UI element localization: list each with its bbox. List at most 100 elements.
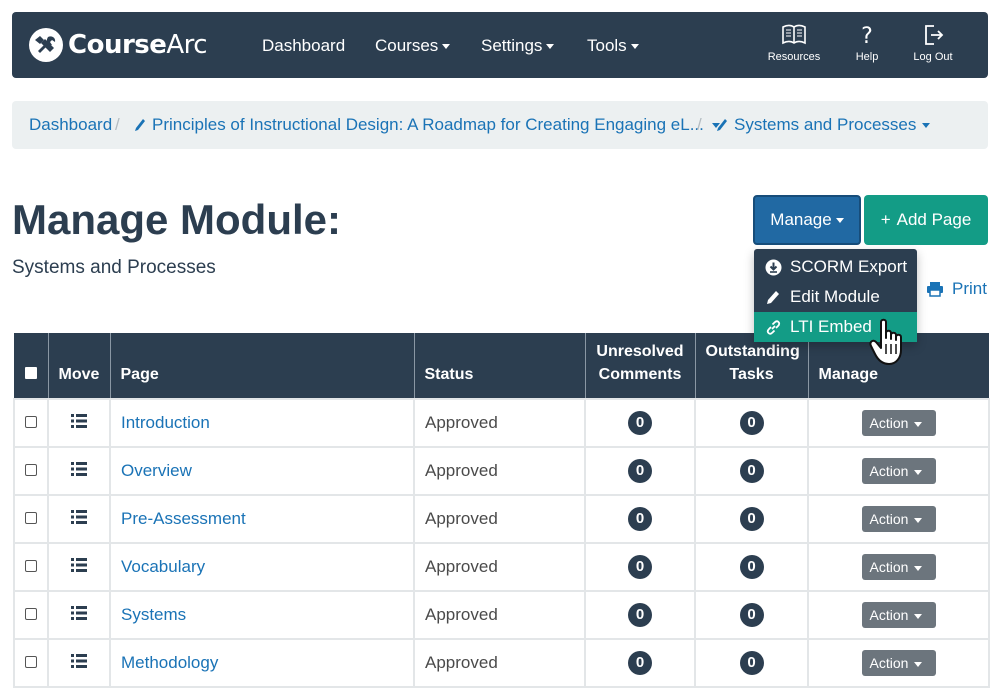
nav-dashboard[interactable]: Dashboard	[262, 36, 345, 56]
unresolved-comments-header: Unresolved Comments	[585, 333, 696, 399]
print-link[interactable]: Print	[926, 279, 987, 299]
comments-count-badge[interactable]: 0	[628, 411, 652, 435]
status-cell: Approved	[413, 398, 586, 448]
link-icon	[766, 319, 781, 335]
nav-help[interactable]: ? Help	[832, 22, 902, 63]
row-select-cell	[13, 590, 49, 640]
comments-count-badge[interactable]: 0	[628, 555, 652, 579]
page-title: Manage Module:	[12, 196, 342, 243]
page-link[interactable]: Overview	[121, 461, 192, 480]
breadcrumb-module[interactable]: Systems and Processes	[716, 115, 931, 135]
nav-courses[interactable]: Courses	[375, 36, 451, 56]
comments-count-badge[interactable]: 0	[628, 459, 652, 483]
page-cell: Methodology	[109, 638, 415, 688]
row-select-cell	[13, 398, 49, 448]
drag-handle-icon[interactable]	[71, 510, 87, 524]
table-row: Pre-Assessment Approved 0 0 Action	[13, 494, 990, 544]
action-button[interactable]: Action	[861, 458, 936, 484]
row-checkbox[interactable]	[25, 608, 37, 620]
action-button[interactable]: Action	[861, 410, 936, 436]
chevron-down-icon	[922, 123, 931, 129]
chevron-down-icon	[546, 44, 555, 50]
page-cell: Systems	[109, 590, 415, 640]
action-button[interactable]: Action	[861, 506, 936, 532]
top-navbar: CourseArc Dashboard Courses Settings Too…	[12, 12, 988, 78]
tasks-cell: 0	[694, 398, 809, 448]
manage-button[interactable]: Manage	[753, 195, 861, 245]
menu-item-scorm-export[interactable]: SCORM Export	[754, 252, 917, 282]
coursearc-logo[interactable]: CourseArc	[28, 26, 208, 64]
nav-resources[interactable]: Resources	[759, 22, 829, 63]
nav-tools[interactable]: Tools	[587, 36, 639, 56]
breadcrumb-dashboard[interactable]: Dashboard	[29, 115, 112, 135]
tasks-cell: 0	[694, 638, 809, 688]
breadcrumb: Dashboard / Principles of Instructional …	[12, 101, 988, 149]
tasks-count-badge[interactable]: 0	[739, 459, 764, 483]
page-link[interactable]: Vocabulary	[121, 557, 205, 576]
select-all-checkbox[interactable]	[24, 367, 37, 379]
tasks-count-badge[interactable]: 0	[739, 555, 764, 579]
nav-settings[interactable]: Settings	[481, 36, 555, 56]
status-column-header: Status	[414, 333, 586, 399]
status-cell: Approved	[413, 638, 586, 688]
row-checkbox[interactable]	[25, 560, 37, 572]
move-cell	[47, 446, 111, 496]
action-button[interactable]: Action	[861, 554, 936, 580]
page-link[interactable]: Pre-Assessment	[121, 509, 246, 528]
tasks-count-badge[interactable]: 0	[739, 651, 764, 675]
question-icon: ?	[861, 24, 873, 48]
chevron-down-icon	[630, 44, 639, 50]
module-name: Systems and Processes	[12, 257, 216, 278]
row-checkbox[interactable]	[25, 416, 37, 428]
comments-count-badge[interactable]: 0	[628, 507, 652, 531]
status-cell: Approved	[413, 494, 586, 544]
action-button[interactable]: Action	[861, 602, 936, 628]
tasks-cell: 0	[694, 542, 809, 592]
move-cell	[47, 638, 111, 688]
plus-icon: +	[880, 210, 891, 229]
chevron-down-icon	[914, 661, 923, 667]
table-row: Vocabulary Approved 0 0 Action	[13, 542, 990, 592]
coursearc-logo-icon	[29, 28, 63, 62]
drag-handle-icon[interactable]	[71, 606, 87, 620]
logout-icon	[925, 25, 944, 45]
tasks-count-badge[interactable]: 0	[739, 507, 764, 531]
chevron-down-icon	[914, 421, 923, 427]
comments-count-badge[interactable]: 0	[628, 603, 652, 627]
tasks-count-badge[interactable]: 0	[739, 603, 764, 627]
page-link[interactable]: Methodology	[121, 653, 218, 672]
chevron-down-icon	[835, 218, 844, 224]
tasks-count-badge[interactable]: 0	[739, 411, 764, 435]
drag-handle-icon[interactable]	[71, 654, 87, 668]
row-checkbox[interactable]	[25, 512, 37, 524]
page-link[interactable]: Introduction	[121, 413, 210, 432]
action-button[interactable]: Action	[861, 650, 936, 676]
page-cell: Vocabulary	[109, 542, 415, 592]
select-all-header	[14, 333, 49, 399]
page-link[interactable]: Systems	[121, 605, 186, 624]
breadcrumb-separator: /	[115, 115, 120, 134]
drag-handle-icon[interactable]	[71, 462, 87, 476]
tasks-cell: 0	[694, 446, 809, 496]
comments-count-badge[interactable]: 0	[628, 651, 652, 675]
nav-logout[interactable]: Log Out	[898, 22, 968, 63]
row-checkbox[interactable]	[25, 656, 37, 668]
comments-cell: 0	[584, 638, 696, 688]
row-checkbox[interactable]	[25, 464, 37, 476]
page-cell: Overview	[109, 446, 415, 496]
chevron-down-icon	[914, 565, 923, 571]
brand-name: CourseArc	[68, 30, 208, 60]
page-column-header: Page	[110, 333, 415, 399]
pencil-icon	[767, 290, 779, 304]
page-cell: Introduction	[109, 398, 415, 448]
menu-item-edit-module[interactable]: Edit Module	[754, 282, 917, 312]
drag-handle-icon[interactable]	[71, 414, 87, 428]
drag-handle-icon[interactable]	[71, 558, 87, 572]
printer-icon	[927, 282, 943, 297]
add-page-button[interactable]: + Add Page	[864, 195, 988, 245]
manage-cell: Action	[807, 542, 990, 592]
hand-pointer-cursor-icon	[869, 318, 902, 365]
breadcrumb-course[interactable]: Principles of Instructional Design: A Ro…	[134, 115, 720, 135]
comments-cell: 0	[584, 542, 696, 592]
chevron-down-icon	[914, 517, 923, 523]
